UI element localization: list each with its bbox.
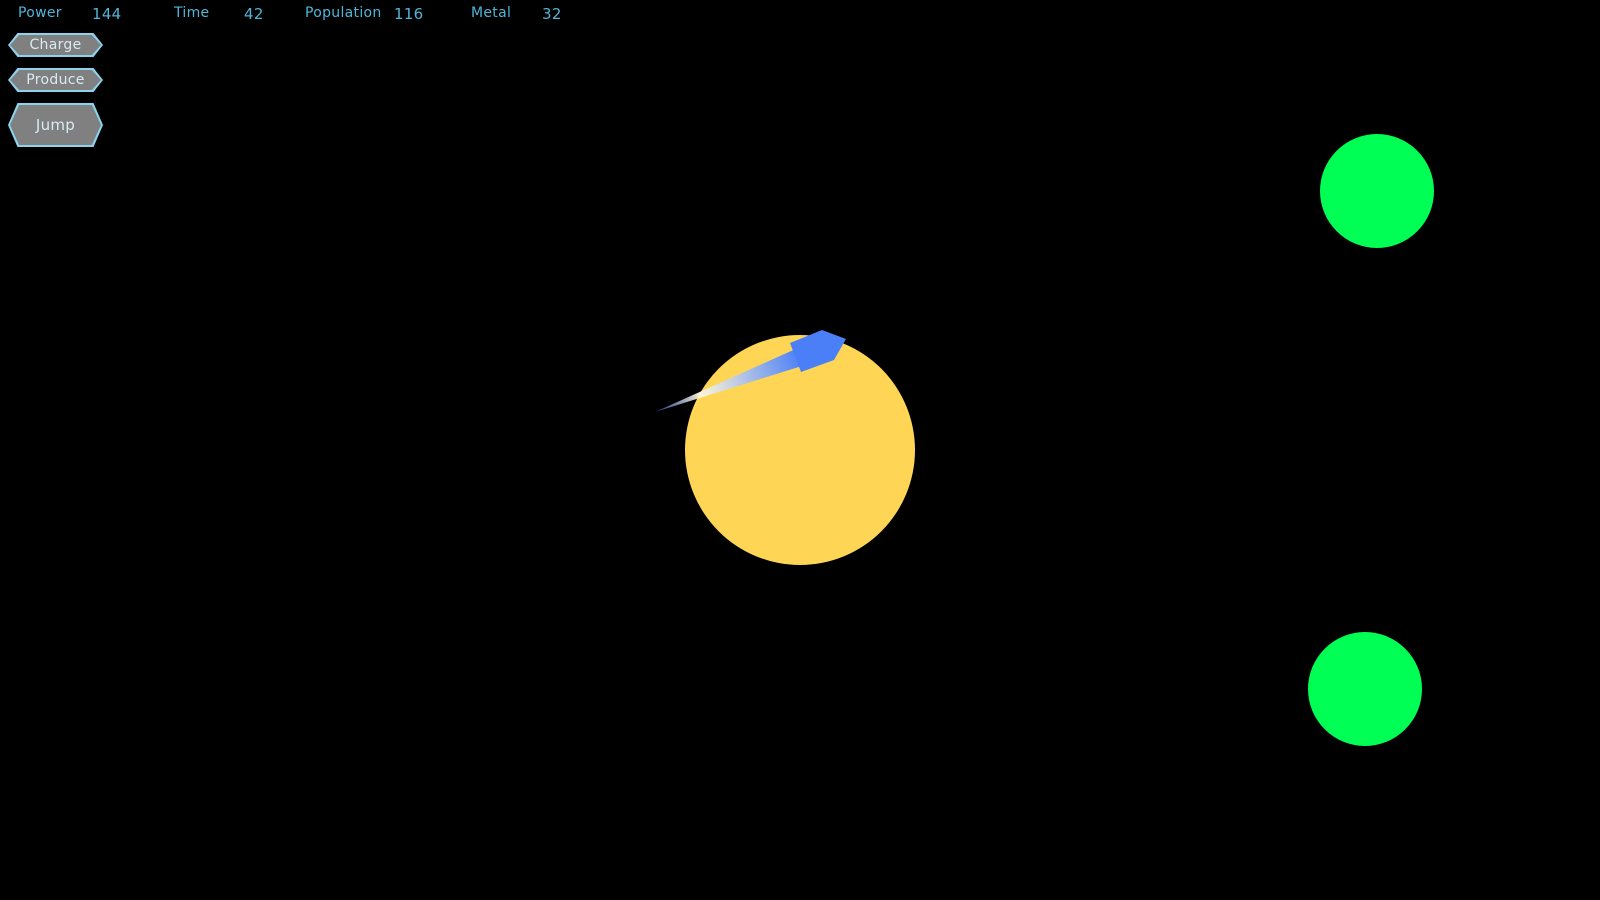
star-icon[interactable] xyxy=(685,335,915,565)
space-scene xyxy=(655,134,1434,746)
game-canvas[interactable]: Power 144 Time 42 Population 116 Metal 3… xyxy=(0,0,1600,900)
planet-icon[interactable] xyxy=(1320,134,1434,248)
planet-icon[interactable] xyxy=(1308,632,1422,746)
